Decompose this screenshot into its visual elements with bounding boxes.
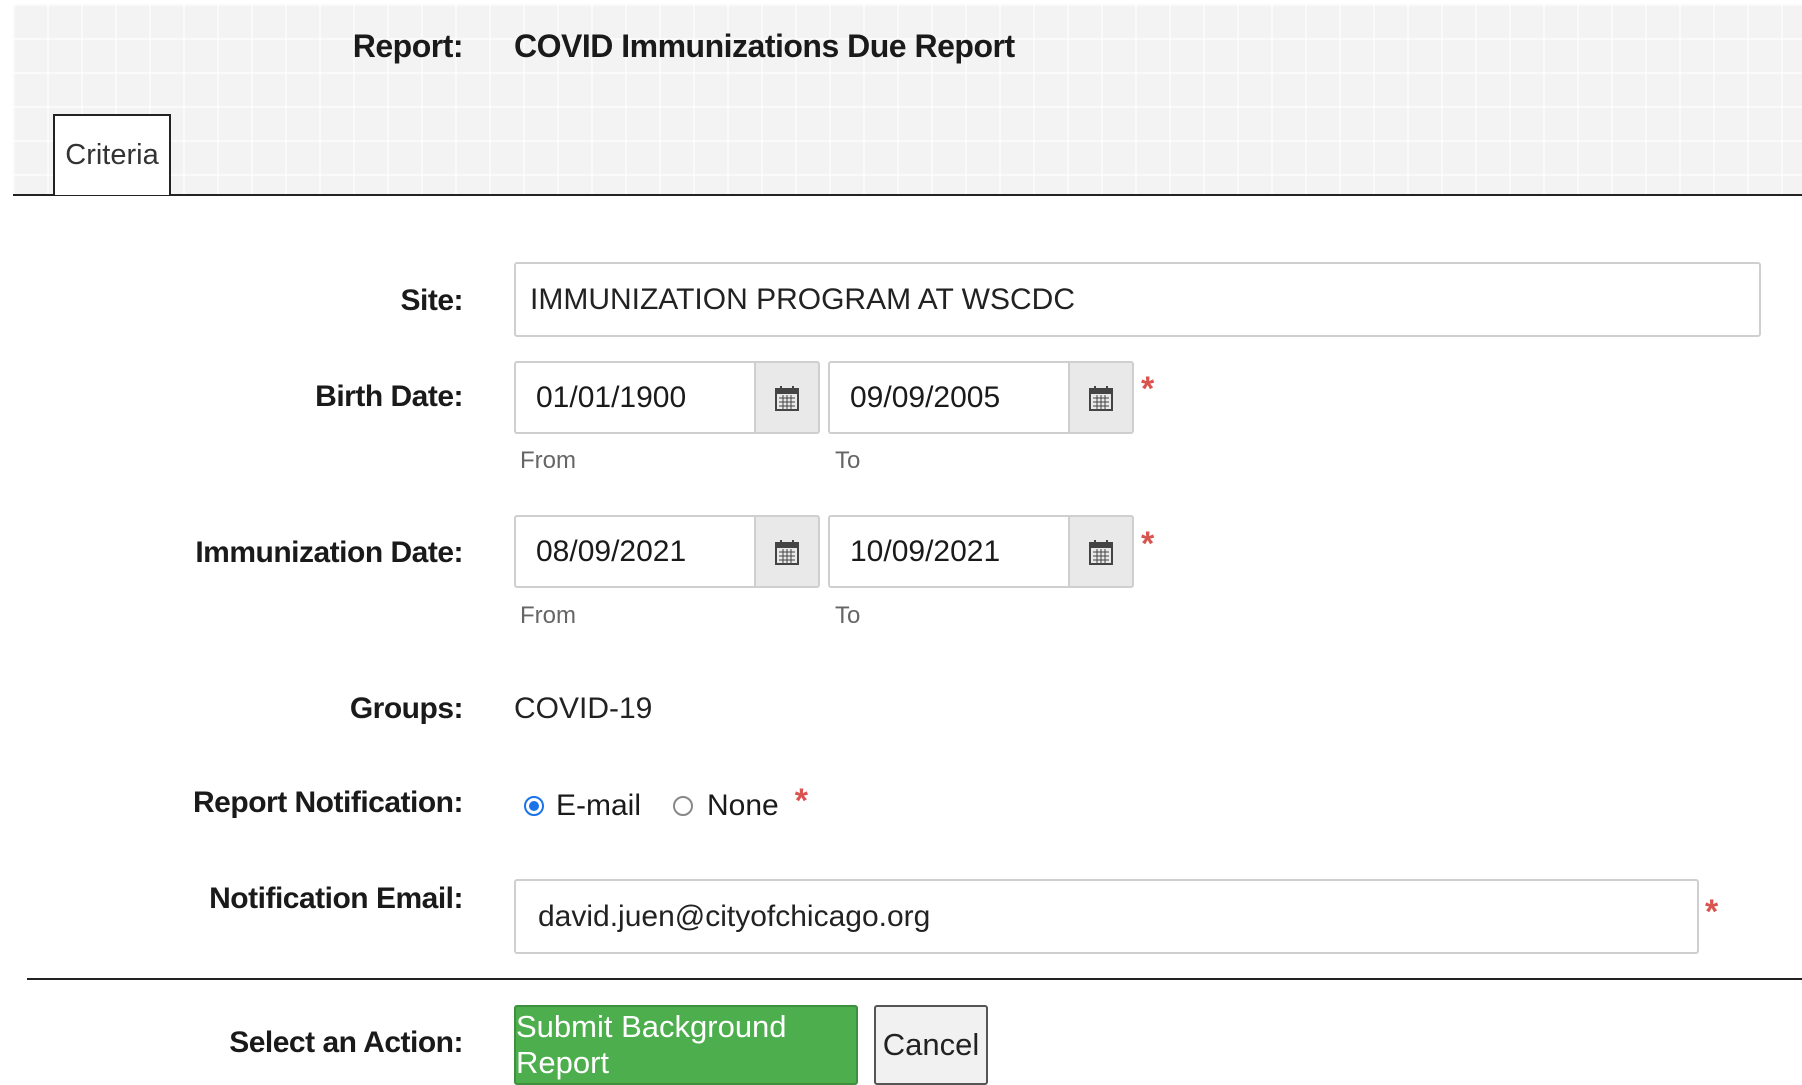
none-radio-label[interactable]: None (707, 789, 779, 823)
immunization-date-to-group: 10/09/2021 (828, 515, 1134, 588)
notification-email-label: Notification Email: (209, 882, 463, 915)
birth-date-to-group: 09/09/2005 (828, 361, 1134, 434)
report-notification-options: E-mail None * (524, 782, 808, 825)
required-marker: * (1141, 370, 1155, 408)
birth-date-to-caption: To (835, 447, 861, 474)
calendar-icon[interactable] (754, 361, 820, 434)
report-title: COVID Immunizations Due Report (514, 28, 1015, 64)
immunization-date-to-caption: To (835, 602, 861, 629)
required-marker: * (1141, 525, 1155, 563)
report-notification-label: Report Notification: (193, 786, 463, 819)
birth-date-from-caption: From (520, 447, 576, 474)
required-marker: * (1705, 893, 1719, 931)
immunization-date-to-input[interactable]: 10/09/2021 (828, 515, 1068, 588)
birth-date-label: Birth Date: (315, 380, 463, 413)
submit-background-report-button[interactable]: Submit Background Report (514, 1005, 858, 1085)
report-label: Report: (352, 28, 464, 64)
groups-value: COVID-19 (514, 692, 653, 725)
calendar-icon[interactable] (1068, 361, 1134, 434)
birth-date-to-input[interactable]: 09/09/2005 (828, 361, 1068, 434)
calendar-icon[interactable] (754, 515, 820, 588)
calendar-icon[interactable] (1068, 515, 1134, 588)
immunization-date-label: Immunization Date: (195, 536, 463, 569)
required-marker: * (794, 782, 808, 820)
immunization-date-from-group: 08/09/2021 (514, 515, 820, 588)
divider (27, 978, 1802, 980)
site-label: Site: (400, 284, 463, 317)
notification-email-field[interactable]: david.juen@cityofchicago.org (514, 879, 1699, 954)
birth-date-from-group: 01/01/1900 (514, 361, 820, 434)
immunization-date-from-input[interactable]: 08/09/2021 (514, 515, 754, 588)
none-radio[interactable] (673, 795, 694, 816)
select-action-label: Select an Action: (229, 1026, 463, 1059)
email-radio-label[interactable]: E-mail (556, 789, 641, 823)
groups-label: Groups: (349, 692, 464, 725)
site-field[interactable]: IMMUNIZATION PROGRAM AT WSCDC (514, 262, 1761, 337)
tab-criteria[interactable]: Criteria (53, 114, 171, 195)
immunization-date-from-caption: From (520, 602, 576, 629)
email-radio[interactable] (524, 795, 544, 816)
birth-date-from-input[interactable]: 01/01/1900 (514, 361, 754, 434)
cancel-button[interactable]: Cancel (874, 1005, 988, 1085)
